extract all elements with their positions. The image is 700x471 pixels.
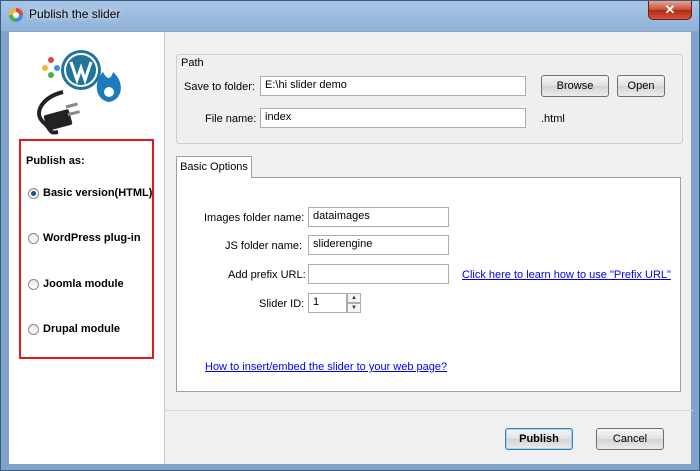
- browse-button[interactable]: Browse: [541, 75, 609, 97]
- js-folder-input[interactable]: sliderengine: [308, 235, 449, 255]
- images-folder-input[interactable]: dataimages: [308, 207, 449, 227]
- close-button[interactable]: ✕: [648, 1, 692, 20]
- publish-dialog: Publish the slider ✕ Publish as: Basic v…: [0, 0, 700, 471]
- publish-button[interactable]: Publish: [505, 428, 573, 450]
- images-folder-label: Images folder name:: [204, 212, 305, 224]
- option-label: Basic version(HTML): [43, 187, 153, 199]
- option-label: Joomla module: [43, 278, 124, 290]
- tab-basic-options[interactable]: Basic Options: [176, 156, 252, 178]
- publish-as-label: Publish as:: [26, 155, 85, 167]
- radio-icon[interactable]: [28, 187, 39, 199]
- prefix-url-label: Add prefix URL:: [228, 269, 306, 281]
- slider-id-stepper[interactable]: ▲ ▼: [347, 293, 361, 313]
- option-basic-html[interactable]: Basic version(HTML): [28, 187, 152, 199]
- path-group: [176, 54, 683, 144]
- slider-id-input[interactable]: 1: [308, 293, 347, 313]
- option-wordpress[interactable]: WordPress plug-in: [28, 232, 141, 244]
- cancel-button[interactable]: Cancel: [596, 428, 664, 450]
- option-joomla[interactable]: Joomla module: [28, 278, 124, 290]
- prefix-url-help-link[interactable]: Click here to learn how to use "Prefix U…: [462, 269, 671, 281]
- option-label: Drupal module: [43, 323, 121, 335]
- file-extension: .html: [541, 113, 565, 125]
- save-folder-input[interactable]: E:\hi slider demo: [260, 76, 526, 96]
- cms-logos-icon: [37, 50, 121, 135]
- embed-help-link[interactable]: How to insert/embed the slider to your w…: [205, 361, 447, 373]
- window-title: Publish the slider: [29, 7, 121, 21]
- radio-icon[interactable]: [28, 278, 39, 290]
- slider-id-label: Slider ID:: [259, 298, 305, 310]
- open-button[interactable]: Open: [617, 75, 665, 97]
- stepper-down-icon[interactable]: ▼: [347, 303, 361, 313]
- path-group-title: Path: [181, 57, 204, 69]
- file-name-input[interactable]: index: [260, 108, 526, 128]
- option-drupal[interactable]: Drupal module: [28, 323, 120, 335]
- dialog-body: Publish as: Basic version(HTML) WordPres…: [8, 31, 693, 465]
- publish-type-panel: Publish as: Basic version(HTML) WordPres…: [9, 32, 164, 464]
- app-icon: [9, 8, 23, 22]
- stepper-up-icon[interactable]: ▲: [347, 293, 361, 303]
- radio-icon[interactable]: [28, 232, 39, 244]
- file-name-label: File name:: [205, 113, 257, 125]
- prefix-url-input[interactable]: [308, 264, 449, 284]
- js-folder-label: JS folder name:: [225, 240, 303, 252]
- footer-divider: [165, 410, 693, 411]
- radio-icon[interactable]: [28, 323, 39, 335]
- title-bar: Publish the slider ✕: [1, 1, 699, 29]
- panel-divider: [164, 32, 165, 464]
- save-folder-label: Save to folder:: [184, 81, 255, 93]
- option-label: WordPress plug-in: [43, 232, 141, 244]
